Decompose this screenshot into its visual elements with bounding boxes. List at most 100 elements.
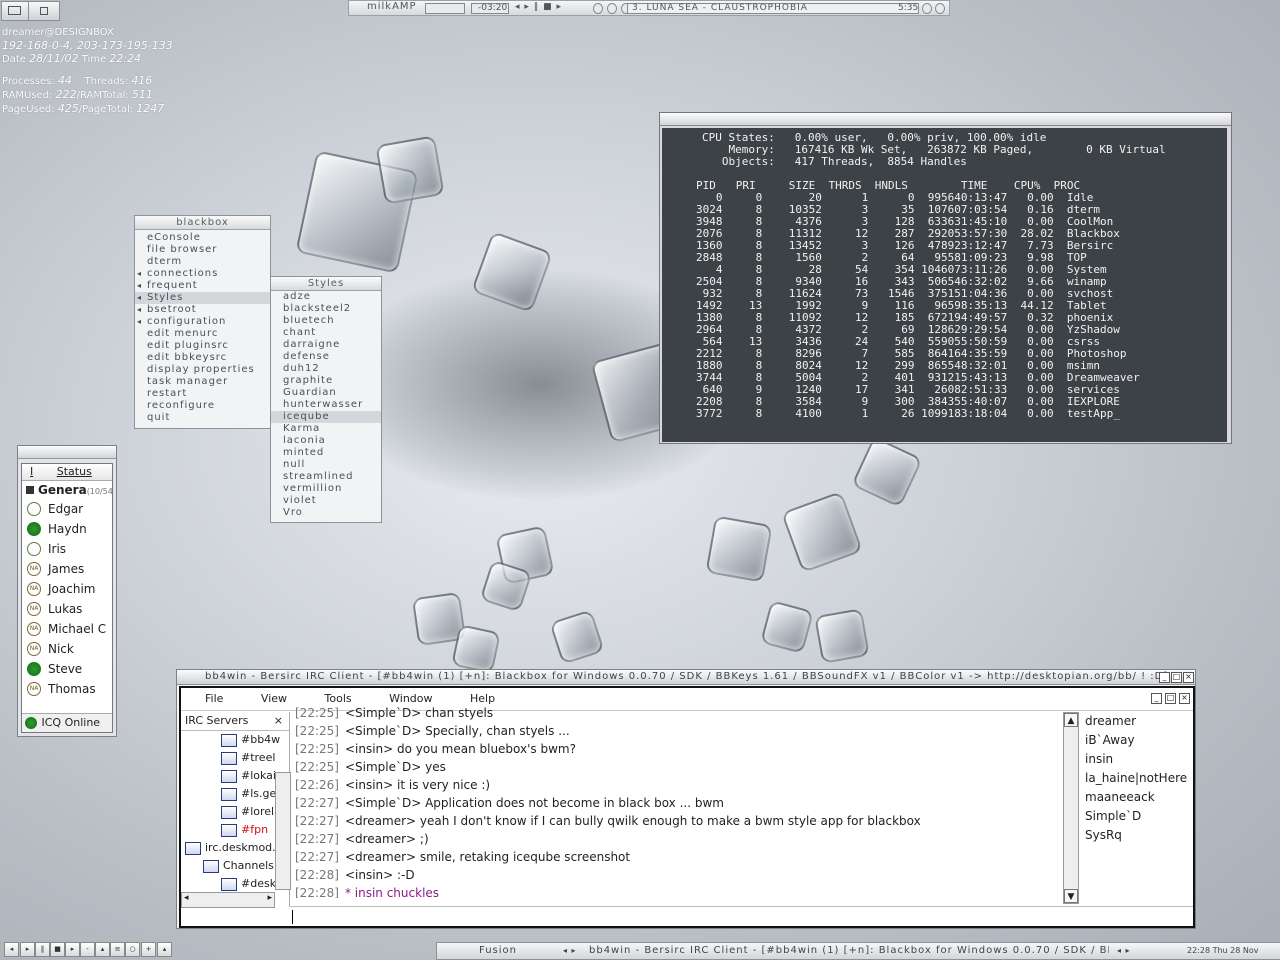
icq-contact[interactable]: Haydn: [22, 519, 112, 539]
menu-item-dterm[interactable]: dterm: [135, 256, 270, 268]
maximize-icon[interactable]: □: [1171, 672, 1182, 683]
icq-contact[interactable]: NA Michael C: [22, 619, 112, 639]
menu-item-display-properties[interactable]: display properties: [135, 364, 270, 376]
icq-tab-i[interactable]: I: [30, 465, 33, 478]
menu-item-file-browser[interactable]: file browser: [135, 244, 270, 256]
menu-icon[interactable]: ≡: [110, 942, 125, 957]
pause-icon[interactable]: ‖: [35, 942, 50, 957]
volume-down-icon[interactable]: -: [80, 942, 95, 957]
tree-channel[interactable]: #treel: [181, 749, 289, 767]
nick-item[interactable]: SysRq: [1085, 826, 1189, 845]
style-item-blacksteel2[interactable]: blacksteel2: [271, 303, 381, 315]
minimize-icon[interactable]: _: [1159, 672, 1170, 683]
style-item-chant[interactable]: chant: [271, 327, 381, 339]
tree-server[interactable]: irc.deskmod.c: [181, 839, 289, 857]
shuffle-icon[interactable]: ▴: [157, 942, 172, 957]
menu-item-configuration[interactable]: configuration: [135, 316, 270, 328]
style-item-laconia[interactable]: laconia: [271, 435, 381, 447]
top-window-titlebar[interactable]: [660, 113, 1231, 126]
style-item-violet[interactable]: violet: [271, 495, 381, 507]
nick-item[interactable]: la_haine|notHere: [1085, 769, 1189, 788]
child-minimize-icon[interactable]: _: [1151, 693, 1162, 704]
next-icon[interactable]: ▸: [65, 942, 80, 957]
icq-group[interactable]: Genera(10/54): [22, 481, 112, 499]
nick-item[interactable]: insin: [1085, 750, 1189, 769]
style-item-guardian[interactable]: Guardian: [271, 387, 381, 399]
scroll-up-icon[interactable]: ▲: [1064, 713, 1078, 727]
style-item-streamlined[interactable]: streamlined: [271, 471, 381, 483]
style-item-null[interactable]: null: [271, 459, 381, 471]
icq-contact[interactable]: Steve: [22, 659, 112, 679]
active-task[interactable]: bb4win - Bersirc IRC Client - [#bb4win (…: [589, 943, 1109, 959]
menu-file[interactable]: File: [205, 692, 223, 705]
scroll-down-icon[interactable]: ▼: [1064, 889, 1078, 903]
icq-tab-status[interactable]: Status: [57, 465, 92, 478]
close-icon[interactable]: ×: [1183, 672, 1194, 683]
style-item-vro[interactable]: Vro: [271, 507, 381, 519]
style-item-minted[interactable]: minted: [271, 447, 381, 459]
nick-item[interactable]: Simple`D: [1085, 807, 1189, 826]
style-item-vermillion[interactable]: vermillion: [271, 483, 381, 495]
menu-item-edit-menurc[interactable]: edit menurc: [135, 328, 270, 340]
tree-channel[interactable]: #ls.ge: [181, 785, 289, 803]
icq-contact[interactable]: NA Lukas: [22, 599, 112, 619]
style-item-hunterwasser[interactable]: hunterwasser: [271, 399, 381, 411]
task-nav-icons[interactable]: ◂ ▸: [1117, 943, 1131, 959]
tree-hscrollbar[interactable]: ◂ ▸: [181, 892, 275, 908]
tree-scrollbar[interactable]: [275, 772, 291, 890]
stop-icon[interactable]: ■: [50, 942, 65, 957]
menu-item-frequent[interactable]: frequent: [135, 280, 270, 292]
style-item-bluetech[interactable]: bluetech: [271, 315, 381, 327]
scroll-left-icon[interactable]: ◂: [184, 893, 189, 903]
tree-group[interactable]: Channels: [181, 857, 289, 875]
nick-item[interactable]: maaneeack: [1085, 788, 1189, 807]
menu-item-restart[interactable]: restart: [135, 388, 270, 400]
menu-item-styles[interactable]: Styles: [135, 292, 270, 304]
menu-view[interactable]: View: [261, 692, 287, 705]
close-icon[interactable]: ×: [274, 712, 283, 730]
workspace-prev-icon[interactable]: ◂ ▸: [563, 943, 577, 959]
settings-icon[interactable]: ○: [125, 942, 140, 957]
volume-up-icon[interactable]: +: [141, 942, 156, 957]
icq-titlebar[interactable]: [18, 446, 116, 459]
tree-channel[interactable]: #lokai: [181, 767, 289, 785]
menu-item-quit[interactable]: quit: [135, 412, 270, 424]
menu-item-edit-pluginsrc[interactable]: edit pluginsrc: [135, 340, 270, 352]
nick-item[interactable]: iB`Away: [1085, 731, 1189, 750]
tree-channel[interactable]: #fpn: [181, 821, 289, 839]
eject-icon[interactable]: ▴: [95, 942, 110, 957]
menu-item-connections[interactable]: connections: [135, 268, 270, 280]
style-item-darraigne[interactable]: darraigne: [271, 339, 381, 351]
irc-title[interactable]: bb4win - Bersirc IRC Client - [#bb4win (…: [177, 670, 1195, 685]
child-close-icon[interactable]: ×: [1179, 693, 1190, 704]
style-item-adze[interactable]: adze: [271, 291, 381, 303]
prev-icon[interactable]: ◂: [4, 942, 19, 957]
tree-channel[interactable]: #desk: [181, 875, 289, 893]
menu-item-task-manager[interactable]: task manager: [135, 376, 270, 388]
play-icon[interactable]: ▸: [20, 942, 35, 957]
menu-item-reconfigure[interactable]: reconfigure: [135, 400, 270, 412]
icq-contact[interactable]: Iris: [22, 539, 112, 559]
workspace-name[interactable]: Fusion: [479, 943, 517, 959]
icq-status-bar[interactable]: ICQ Online: [22, 713, 112, 732]
tree-channel[interactable]: #bb4w: [181, 731, 289, 749]
menu-item-bsetroot[interactable]: bsetroot: [135, 304, 270, 316]
icq-contact[interactable]: Edgar: [22, 499, 112, 519]
menu-item-edit-bbkeysrc[interactable]: edit bbkeysrc: [135, 352, 270, 364]
message-input[interactable]: [289, 906, 1193, 927]
chat-scrollbar[interactable]: ▲ ▼: [1063, 712, 1079, 904]
icq-contact[interactable]: NA Thomas: [22, 679, 112, 699]
nick-item[interactable]: dreamer: [1085, 712, 1189, 731]
style-item-graphite[interactable]: graphite: [271, 375, 381, 387]
icq-contact[interactable]: NA James: [22, 559, 112, 579]
scroll-right-icon[interactable]: ▸: [267, 893, 272, 903]
icq-contact[interactable]: NA Nick: [22, 639, 112, 659]
icq-contact[interactable]: NA Joachim: [22, 579, 112, 599]
menu-item-econsole[interactable]: eConsole: [135, 232, 270, 244]
style-item-karma[interactable]: Karma: [271, 423, 381, 435]
style-item-duh12[interactable]: duh12: [271, 363, 381, 375]
style-item-defense[interactable]: defense: [271, 351, 381, 363]
style-item-iceqube[interactable]: iceqube: [271, 411, 381, 423]
tree-channel[interactable]: #lorela: [181, 803, 289, 821]
child-restore-icon[interactable]: □: [1165, 693, 1176, 704]
